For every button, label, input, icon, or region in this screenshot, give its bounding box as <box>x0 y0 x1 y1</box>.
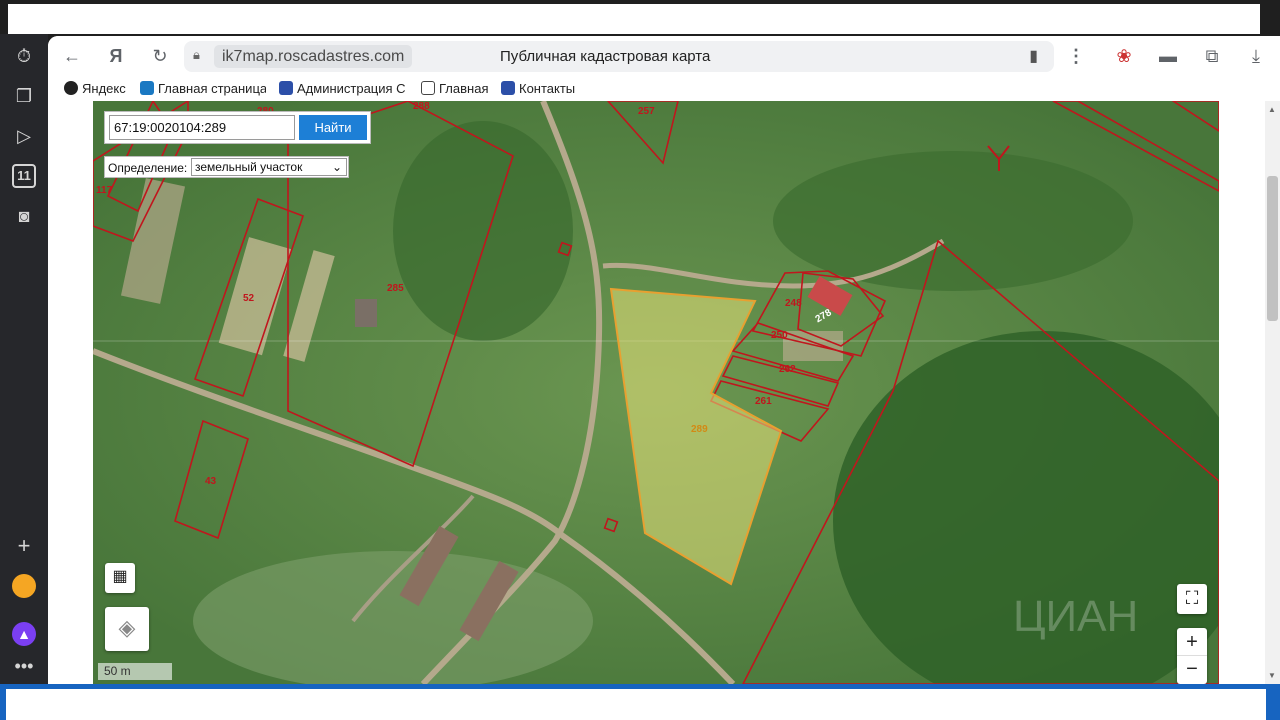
scroll-up-icon[interactable]: ▲ <box>1268 105 1276 114</box>
navigation-bar: ← Я ↻ 🔒︎ ik7map.roscadastres.com Публичн… <box>48 36 1280 76</box>
bookmark-label: Главная <box>439 81 489 96</box>
plot-label-43: 43 <box>205 476 217 487</box>
calendar-icon[interactable]: 11 <box>12 164 36 188</box>
bookmark-label: Главная страница <box>158 81 266 96</box>
bottom-strip <box>6 689 1266 720</box>
bookmark-contacts[interactable]: Контакты <box>501 80 575 98</box>
forest-area <box>393 121 573 341</box>
zoom-out-button[interactable]: − <box>1177 656 1207 684</box>
collections-icon[interactable]: ❐ <box>12 84 36 108</box>
yandex-icon[interactable]: Я <box>104 44 128 68</box>
building <box>355 299 377 327</box>
history-icon[interactable]: ⏱ <box>12 44 36 68</box>
plot-label-289: 289 <box>691 424 708 435</box>
plot-label-248: 248 <box>785 298 802 309</box>
wallet-icon[interactable]: ⧉ <box>1200 44 1224 68</box>
scroll-down-icon[interactable]: ▼ <box>1268 671 1276 680</box>
bookmarks-bar: Яндекс Главная страница Администрация С … <box>48 76 1280 101</box>
scrollbar-thumb[interactable] <box>1267 176 1278 321</box>
plot-label-285: 285 <box>387 283 404 294</box>
zoom-control: + − <box>1177 628 1207 684</box>
add-panel-icon[interactable]: + <box>12 534 36 558</box>
extension-icon[interactable]: ❀ <box>1112 44 1136 68</box>
plot-label-52: 52 <box>243 293 255 304</box>
address-bar[interactable]: 🔒︎ ik7map.roscadastres.com Публичная кад… <box>184 41 1054 72</box>
map-scale: 50 m <box>98 663 172 680</box>
bookmark-main-page[interactable]: Главная страница <box>140 80 266 98</box>
bookmark-main[interactable]: Главная <box>421 80 488 98</box>
browser-sidebar: ⏱ ❐ ▷ 11 ◙ + ▲ ••• <box>0 34 48 684</box>
watermark-logo: ЦИАН <box>1013 592 1138 641</box>
reload-icon[interactable]: ↻ <box>148 44 172 68</box>
menu-dots-icon[interactable]: ⋮ <box>1064 44 1088 68</box>
page-scrollbar[interactable]: ▲ ▼ <box>1265 101 1280 684</box>
measure-tool-button[interactable]: ▦ <box>105 563 135 593</box>
definition-label: Определение: <box>108 161 188 175</box>
vpn-icon[interactable]: ▬ <box>1156 44 1180 68</box>
zen-icon[interactable] <box>12 574 36 598</box>
page-title: Публичная кадастровая карта <box>500 48 711 65</box>
zoom-in-button[interactable]: + <box>1177 628 1207 656</box>
find-button[interactable]: Найти <box>299 115 367 140</box>
plot-label-117: 117 <box>96 185 113 196</box>
fullscreen-button[interactable]: ⛶ <box>1177 584 1207 614</box>
plot-label-257: 257 <box>638 106 655 117</box>
layers-button[interactable]: ◈ <box>105 607 149 651</box>
emblem-icon <box>279 81 293 95</box>
download-icon[interactable]: ⤓ <box>1244 44 1268 68</box>
window-top-strip <box>8 4 1260 34</box>
forest-area <box>773 151 1133 291</box>
fullscreen-icon: ⛶ <box>1185 588 1199 608</box>
definition-select[interactable]: земельный участок ⌄ <box>191 158 347 176</box>
lock-icon: 🔒︎ <box>193 47 200 62</box>
cadastral-search-panel: Найти <box>104 111 371 144</box>
bookmark-label: Администрация С <box>297 81 406 96</box>
plot-label-288: 288 <box>413 101 430 112</box>
bookmark-administration[interactable]: Администрация С <box>279 80 408 98</box>
plot-label-262: 262 <box>779 364 796 375</box>
screenshot-icon[interactable]: ◙ <box>12 204 36 228</box>
page-icon <box>421 81 435 95</box>
definition-panel: Определение: земельный участок ⌄ <box>104 156 349 178</box>
cadastral-number-input[interactable] <box>109 115 295 140</box>
ruler-icon: ▦ <box>112 568 128 585</box>
plot-label-261: 261 <box>755 396 772 407</box>
more-icon[interactable]: ••• <box>12 654 36 678</box>
bookmark-icon[interactable]: ▮ <box>1029 46 1038 66</box>
map-canvas[interactable]: 289 285 52 43 117 280 288 257 248 278 25… <box>93 101 1219 684</box>
url-host[interactable]: ik7map.roscadastres.com <box>214 45 413 68</box>
yandex-plus-icon <box>64 81 78 95</box>
definition-selected-value: земельный участок <box>195 160 303 174</box>
gosuslugi-icon <box>140 81 154 95</box>
cadastral-map[interactable]: 289 285 52 43 117 280 288 257 248 278 25… <box>93 101 1219 684</box>
emblem-icon <box>501 81 515 95</box>
layers-icon: ◈ <box>118 615 136 640</box>
chevron-down-icon: ⌄ <box>331 160 342 174</box>
bookmark-label: Контакты <box>519 81 576 96</box>
alice-icon[interactable]: ▲ <box>12 622 36 646</box>
bookmark-yandex[interactable]: Яндекс <box>64 80 126 98</box>
bookmark-label: Яндекс <box>82 81 126 96</box>
plot-label-250: 250 <box>771 330 788 341</box>
back-arrow-icon[interactable]: ← <box>60 44 84 68</box>
video-icon[interactable]: ▷ <box>12 124 36 148</box>
